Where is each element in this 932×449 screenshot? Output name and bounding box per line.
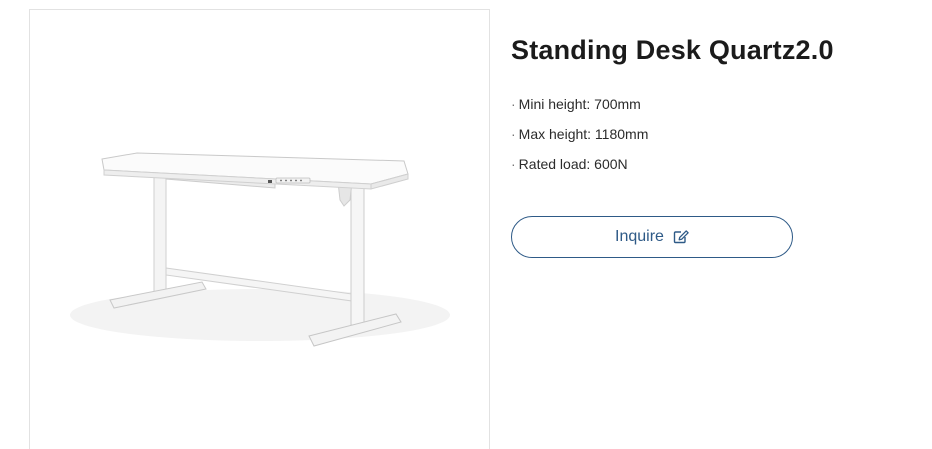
inquire-label: Inquire bbox=[615, 228, 664, 245]
product-info: Standing Desk Quartz2.0 · Mini height: 70… bbox=[511, 30, 911, 258]
spec-text: Rated load: 600N bbox=[518, 156, 628, 172]
spec-item-min-height: · Mini height: 700mm bbox=[511, 96, 641, 112]
spec-item-rated-load: · Rated load: 600N bbox=[511, 156, 628, 172]
edit-icon bbox=[673, 230, 689, 244]
spec-text: Mini height: 700mm bbox=[518, 96, 641, 112]
spec-item-max-height: · Max height: 1180mm bbox=[511, 126, 649, 142]
inquire-button[interactable]: Inquire bbox=[511, 216, 793, 258]
standing-desk-image bbox=[70, 152, 450, 347]
spec-list: · Mini height: 700mm · Max height: 1180mm … bbox=[511, 94, 911, 174]
product-title: Standing Desk Quartz2.0 bbox=[511, 35, 834, 65]
product-image-frame bbox=[29, 9, 490, 449]
spec-text: Max height: 1180mm bbox=[518, 126, 649, 142]
